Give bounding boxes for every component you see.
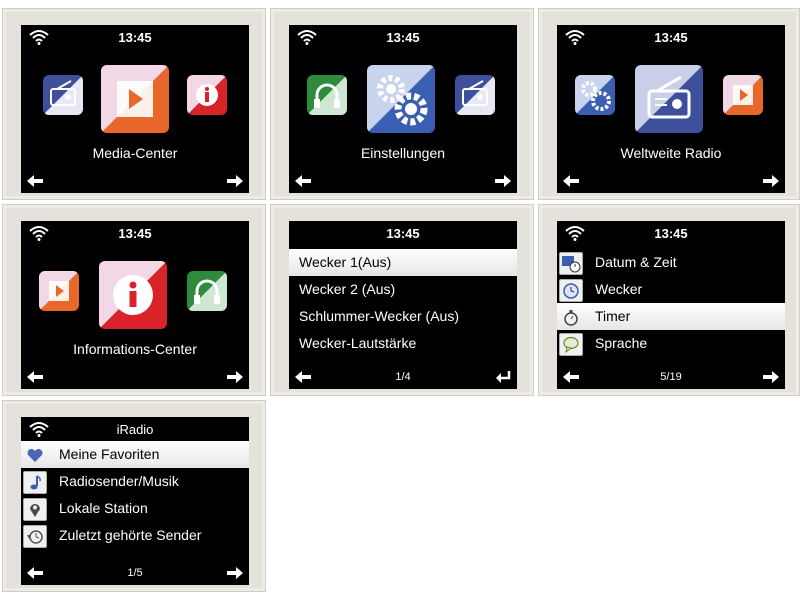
device-panel-settings-list: 13:45 Datum & Zeit Wecker Timer Sprache … (538, 204, 800, 396)
speech-bubble-icon (559, 333, 583, 356)
radio-icon[interactable] (43, 75, 83, 115)
clock-time: 13:45 (654, 226, 688, 241)
page-indicator: 1/4 (395, 371, 411, 383)
display-screen: 13:45 Wecker 1(Aus) Wecker 2 (Aus) Schlu… (289, 221, 517, 389)
carousel-label: Einstellungen (360, 145, 446, 161)
list-item-label: Wecker-Lautstärke (299, 335, 417, 351)
list-item-label: Sprache (595, 335, 648, 351)
display-screen: 13:45 Datum & Zeit Wecker Timer Sprache … (557, 221, 785, 389)
display-screen: 13:45 Weltweite Radio (557, 25, 785, 193)
list-item-timer[interactable]: Timer (557, 303, 785, 330)
list-item-alarm-1[interactable]: Wecker 1(Aus) (289, 249, 517, 276)
clock-time: 13:45 (654, 30, 688, 45)
list-item-alarm-2[interactable]: Wecker 2 (Aus) (289, 276, 517, 303)
list-item-language[interactable]: Sprache (557, 330, 785, 357)
location-pin-icon (23, 498, 47, 521)
list-item-favorites[interactable]: Meine Favoriten (21, 441, 249, 468)
clock-time: 13:45 (118, 30, 152, 45)
radio-icon[interactable] (455, 75, 495, 115)
arrow-right-icon[interactable] (495, 175, 511, 187)
list-item-alarm-volume[interactable]: Wecker-Lautstärke (289, 330, 517, 357)
list-item-local-station[interactable]: Lokale Station (21, 495, 249, 522)
display-screen: 13:45 Einstellungen (289, 25, 517, 193)
alarm-clock-icon (559, 279, 583, 302)
radio-icon[interactable] (635, 65, 703, 133)
arrow-left-icon[interactable] (563, 175, 579, 187)
history-icon (23, 525, 47, 548)
device-panel-settings: 13:45 Einstellungen (270, 8, 534, 200)
device-panel-alarm-list: 13:45 Wecker 1(Aus) Wecker 2 (Aus) Schlu… (270, 204, 534, 396)
arrow-right-icon[interactable] (227, 175, 243, 187)
media-play-icon[interactable] (101, 65, 169, 133)
display-screen: iRadio Meine Favoriten Radiosender/Musik… (21, 417, 249, 585)
device-panel-iradio-list: iRadio Meine Favoriten Radiosender/Musik… (2, 400, 266, 592)
page-indicator: 5/19 (660, 371, 682, 383)
arrow-right-icon[interactable] (227, 567, 243, 579)
arrow-left-icon[interactable] (27, 175, 43, 187)
clock-time: 13:45 (118, 226, 152, 241)
arrow-right-icon[interactable] (227, 371, 243, 383)
list-item-date-time[interactable]: Datum & Zeit (557, 249, 785, 276)
list-item-label: Lokale Station (59, 500, 148, 516)
list-item-label: Timer (595, 308, 631, 324)
headphones-icon[interactable] (307, 75, 347, 115)
list-item-label: Wecker 2 (Aus) (299, 281, 396, 297)
media-play-icon[interactable] (723, 75, 763, 115)
menu-title: iRadio (116, 422, 154, 437)
heart-icon (23, 444, 47, 467)
display-screen: 13:45 Media-Center (21, 25, 249, 193)
arrow-right-icon[interactable] (763, 371, 779, 383)
list-item-label: Wecker (595, 281, 643, 297)
list-item-snooze-alarm[interactable]: Schlummer-Wecker (Aus) (289, 303, 517, 330)
device-panel-media-center: 13:45 Media-Center (2, 8, 266, 200)
carousel-label: Weltweite Radio (620, 145, 722, 161)
list-item-recent-stations[interactable]: Zuletzt gehörte Sender (21, 522, 249, 549)
arrow-left-icon[interactable] (27, 371, 43, 383)
display-screen: 13:45 Informations-Center (21, 221, 249, 389)
list-item-label: Radiosender/Musik (59, 473, 179, 489)
clock-time: 13:45 (386, 226, 420, 241)
carousel-label: Informations-Center (73, 341, 197, 357)
list-item-alarm[interactable]: Wecker (557, 276, 785, 303)
list-item-stations-music[interactable]: Radiosender/Musik (21, 468, 249, 495)
arrow-left-icon[interactable] (295, 175, 311, 187)
clock-time: 13:45 (386, 30, 420, 45)
info-icon[interactable] (187, 75, 227, 115)
calendar-clock-icon (559, 252, 583, 275)
list-item-label: Wecker 1(Aus) (299, 254, 392, 270)
enter-return-icon[interactable] (495, 370, 511, 384)
device-panel-world-radio: 13:45 Weltweite Radio (538, 8, 800, 200)
list-item-label: Zuletzt gehörte Sender (59, 527, 202, 543)
gears-icon[interactable] (575, 75, 615, 115)
music-note-icon (23, 471, 47, 494)
arrow-right-icon[interactable] (763, 175, 779, 187)
carousel-label: Media-Center (92, 145, 178, 161)
device-panel-info-center: 13:45 Informations-Center (2, 204, 266, 396)
gears-icon[interactable] (367, 65, 435, 133)
stopwatch-icon (559, 306, 583, 329)
list-item-label: Datum & Zeit (595, 254, 677, 270)
page-indicator: 1/5 (127, 567, 143, 579)
list-item-label: Meine Favoriten (59, 446, 160, 462)
media-play-icon[interactable] (39, 271, 79, 311)
list-item-label: Schlummer-Wecker (Aus) (299, 308, 459, 324)
headphones-icon[interactable] (187, 271, 227, 311)
info-icon[interactable] (99, 261, 167, 329)
